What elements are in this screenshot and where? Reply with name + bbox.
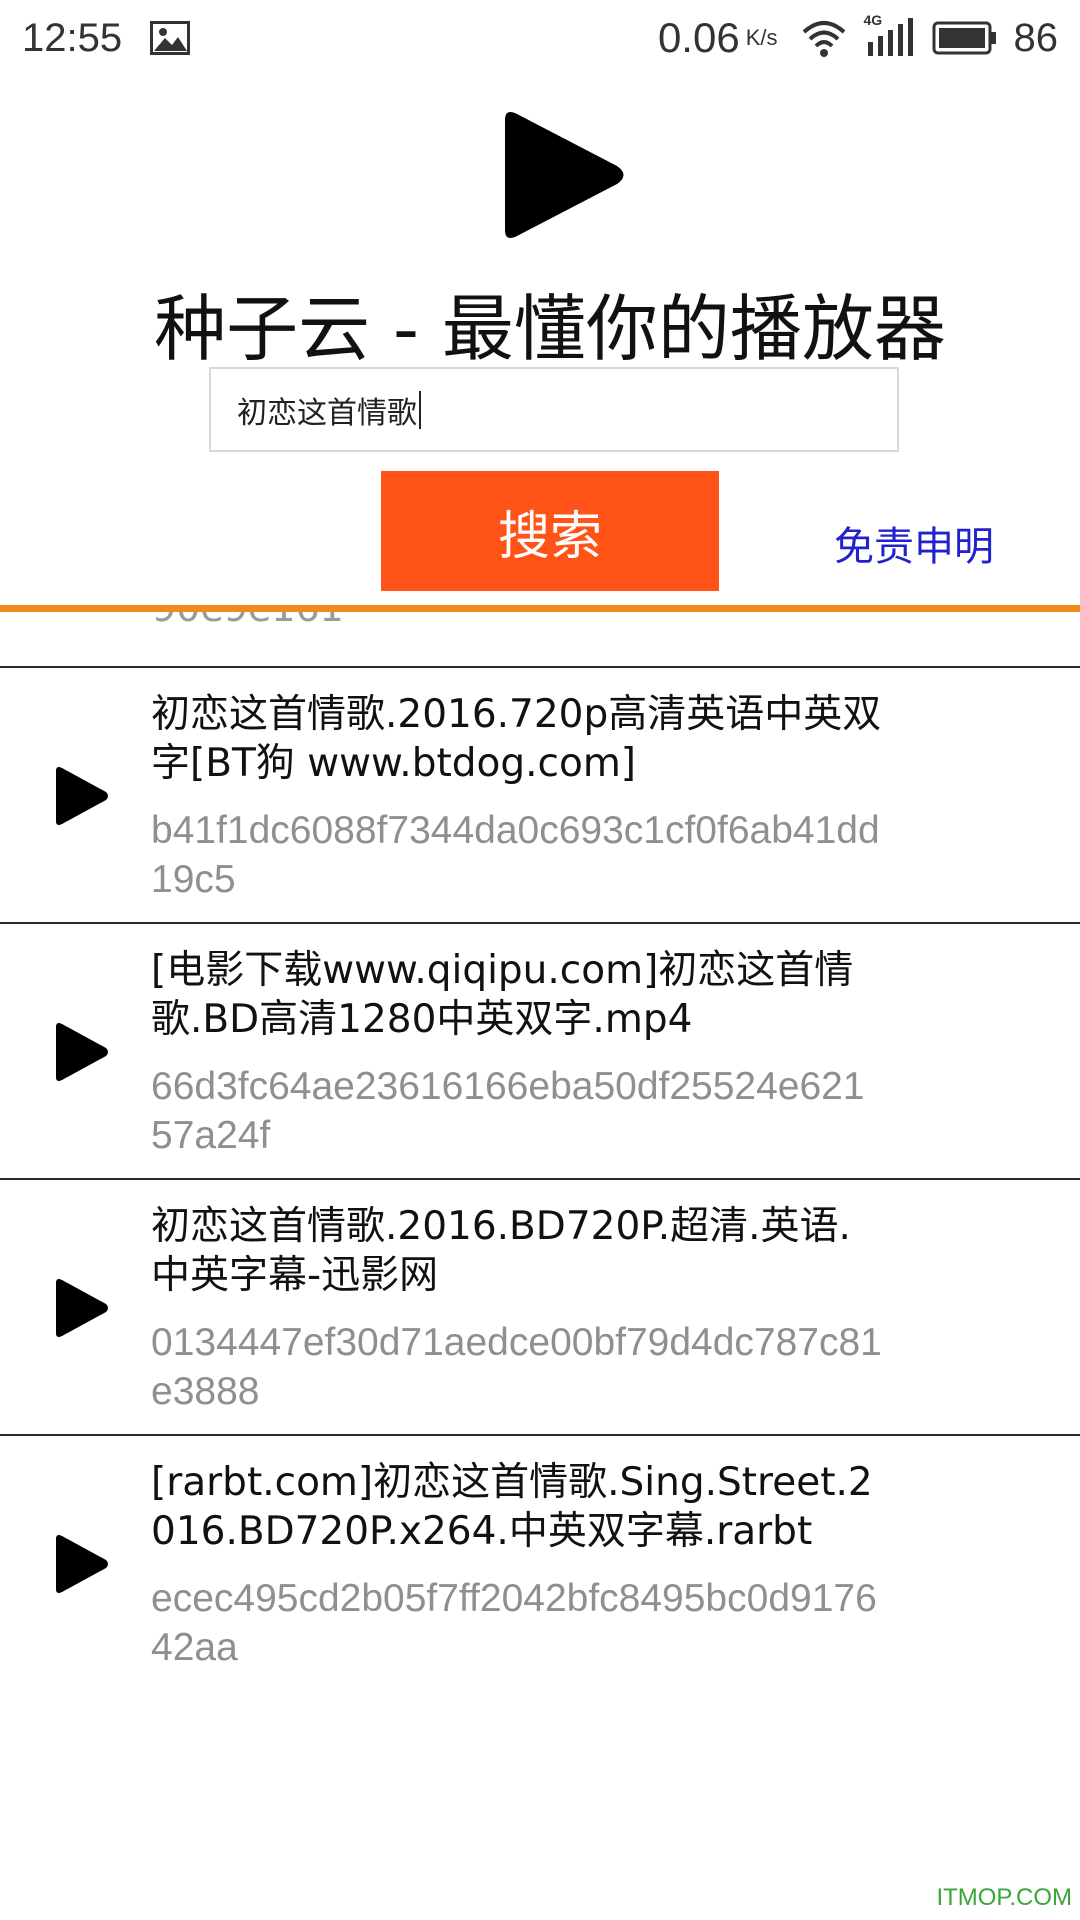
text-cursor — [419, 390, 421, 429]
list-item[interactable]: [电影下载www.qiqipu.com]初恋这首情歌.BD高清1280中英双字.… — [0, 924, 1080, 1180]
search-input-value: 初恋这首情歌 — [237, 395, 417, 431]
result-hash: 90e9e161 — [152, 612, 344, 630]
result-title: [rarbt.com]初恋这首情歌.Sing.Street.2016.BD720… — [151, 1460, 873, 1554]
network-speed: 0.06 — [657, 14, 740, 61]
list-item[interactable]: 初恋这首情歌.2016.BD720P.超清.英语.中英字幕-迅影网 013444… — [0, 1180, 1080, 1436]
result-text: [电影下载www.qiqipu.com]初恋这首情歌.BD高清1280中英双字.… — [151, 946, 886, 1160]
app-title: 种子云 - 最懂你的播放器 — [154, 287, 946, 371]
list-item[interactable]: 90e9e161 — [0, 612, 1080, 668]
battery-level: 86 — [1013, 15, 1059, 60]
network-speed-unit: K/s — [745, 25, 778, 50]
watermark: ITMOP.COM — [936, 1884, 1072, 1911]
result-title: 初恋这首情歌.2016.BD720P.超清.英语.中英字幕-迅影网 — [151, 1204, 851, 1298]
network-type: 4G — [863, 12, 883, 28]
disclaimer-link[interactable]: 免责申明 — [834, 514, 994, 572]
search-input[interactable]: 初恋这首情歌 — [209, 367, 899, 452]
play-icon[interactable] — [52, 1533, 110, 1595]
list-item[interactable]: 初恋这首情歌.2016.720p高清英语中英双字[BT狗 www.btdog.c… — [0, 668, 1080, 924]
result-title: [电影下载www.qiqipu.com]初恋这首情歌.BD高清1280中英双字.… — [151, 948, 854, 1042]
results-list[interactable]: 90e9e161 初恋这首情歌.2016.720p高清英语中英双字[BT狗 ww… — [0, 612, 1080, 1902]
wifi-icon — [800, 18, 848, 58]
play-icon[interactable] — [52, 1277, 110, 1339]
header-divider — [0, 605, 1080, 612]
status-bar-right: 0.06 K/s 4G 86 — [657, 12, 1059, 62]
status-time: 12:55 — [22, 15, 123, 60]
result-title: 初恋这首情歌.2016.720p高清英语中英双字[BT狗 www.btdog.c… — [151, 692, 882, 786]
status-bar-left: 12:55 — [22, 15, 191, 61]
result-text: 初恋这首情歌.2016.720p高清英语中英双字[BT狗 www.btdog.c… — [151, 690, 886, 904]
battery-icon — [932, 21, 998, 55]
list-item[interactable]: [rarbt.com]初恋这首情歌.Sing.Street.2016.BD720… — [0, 1436, 1080, 1690]
play-icon[interactable] — [52, 1021, 110, 1083]
result-hash: 0134447ef30d71aedce00bf79d4dc787c81e3888 — [151, 1321, 882, 1413]
result-hash: b41f1dc6088f7344da0c693c1cf0f6ab41dd19c5 — [151, 809, 880, 901]
result-text: [rarbt.com]初恋这首情歌.Sing.Street.2016.BD720… — [151, 1458, 886, 1672]
result-text: 初恋这首情歌.2016.BD720P.超清.英语.中英字幕-迅影网 013444… — [151, 1202, 886, 1416]
result-hash: 66d3fc64ae23616166eba50df25524e62157a24f — [151, 1065, 865, 1157]
status-bar: 12:55 0.06 K/s 4G 86 — [0, 0, 1080, 76]
play-icon[interactable] — [52, 765, 110, 827]
signal-icon: 4G — [864, 12, 914, 58]
play-icon — [495, 108, 630, 243]
image-icon — [150, 21, 191, 55]
search-button[interactable]: 搜索 — [381, 471, 719, 591]
result-hash: ecec495cd2b05f7ff2042bfc8495bc0d917642aa — [151, 1577, 877, 1669]
